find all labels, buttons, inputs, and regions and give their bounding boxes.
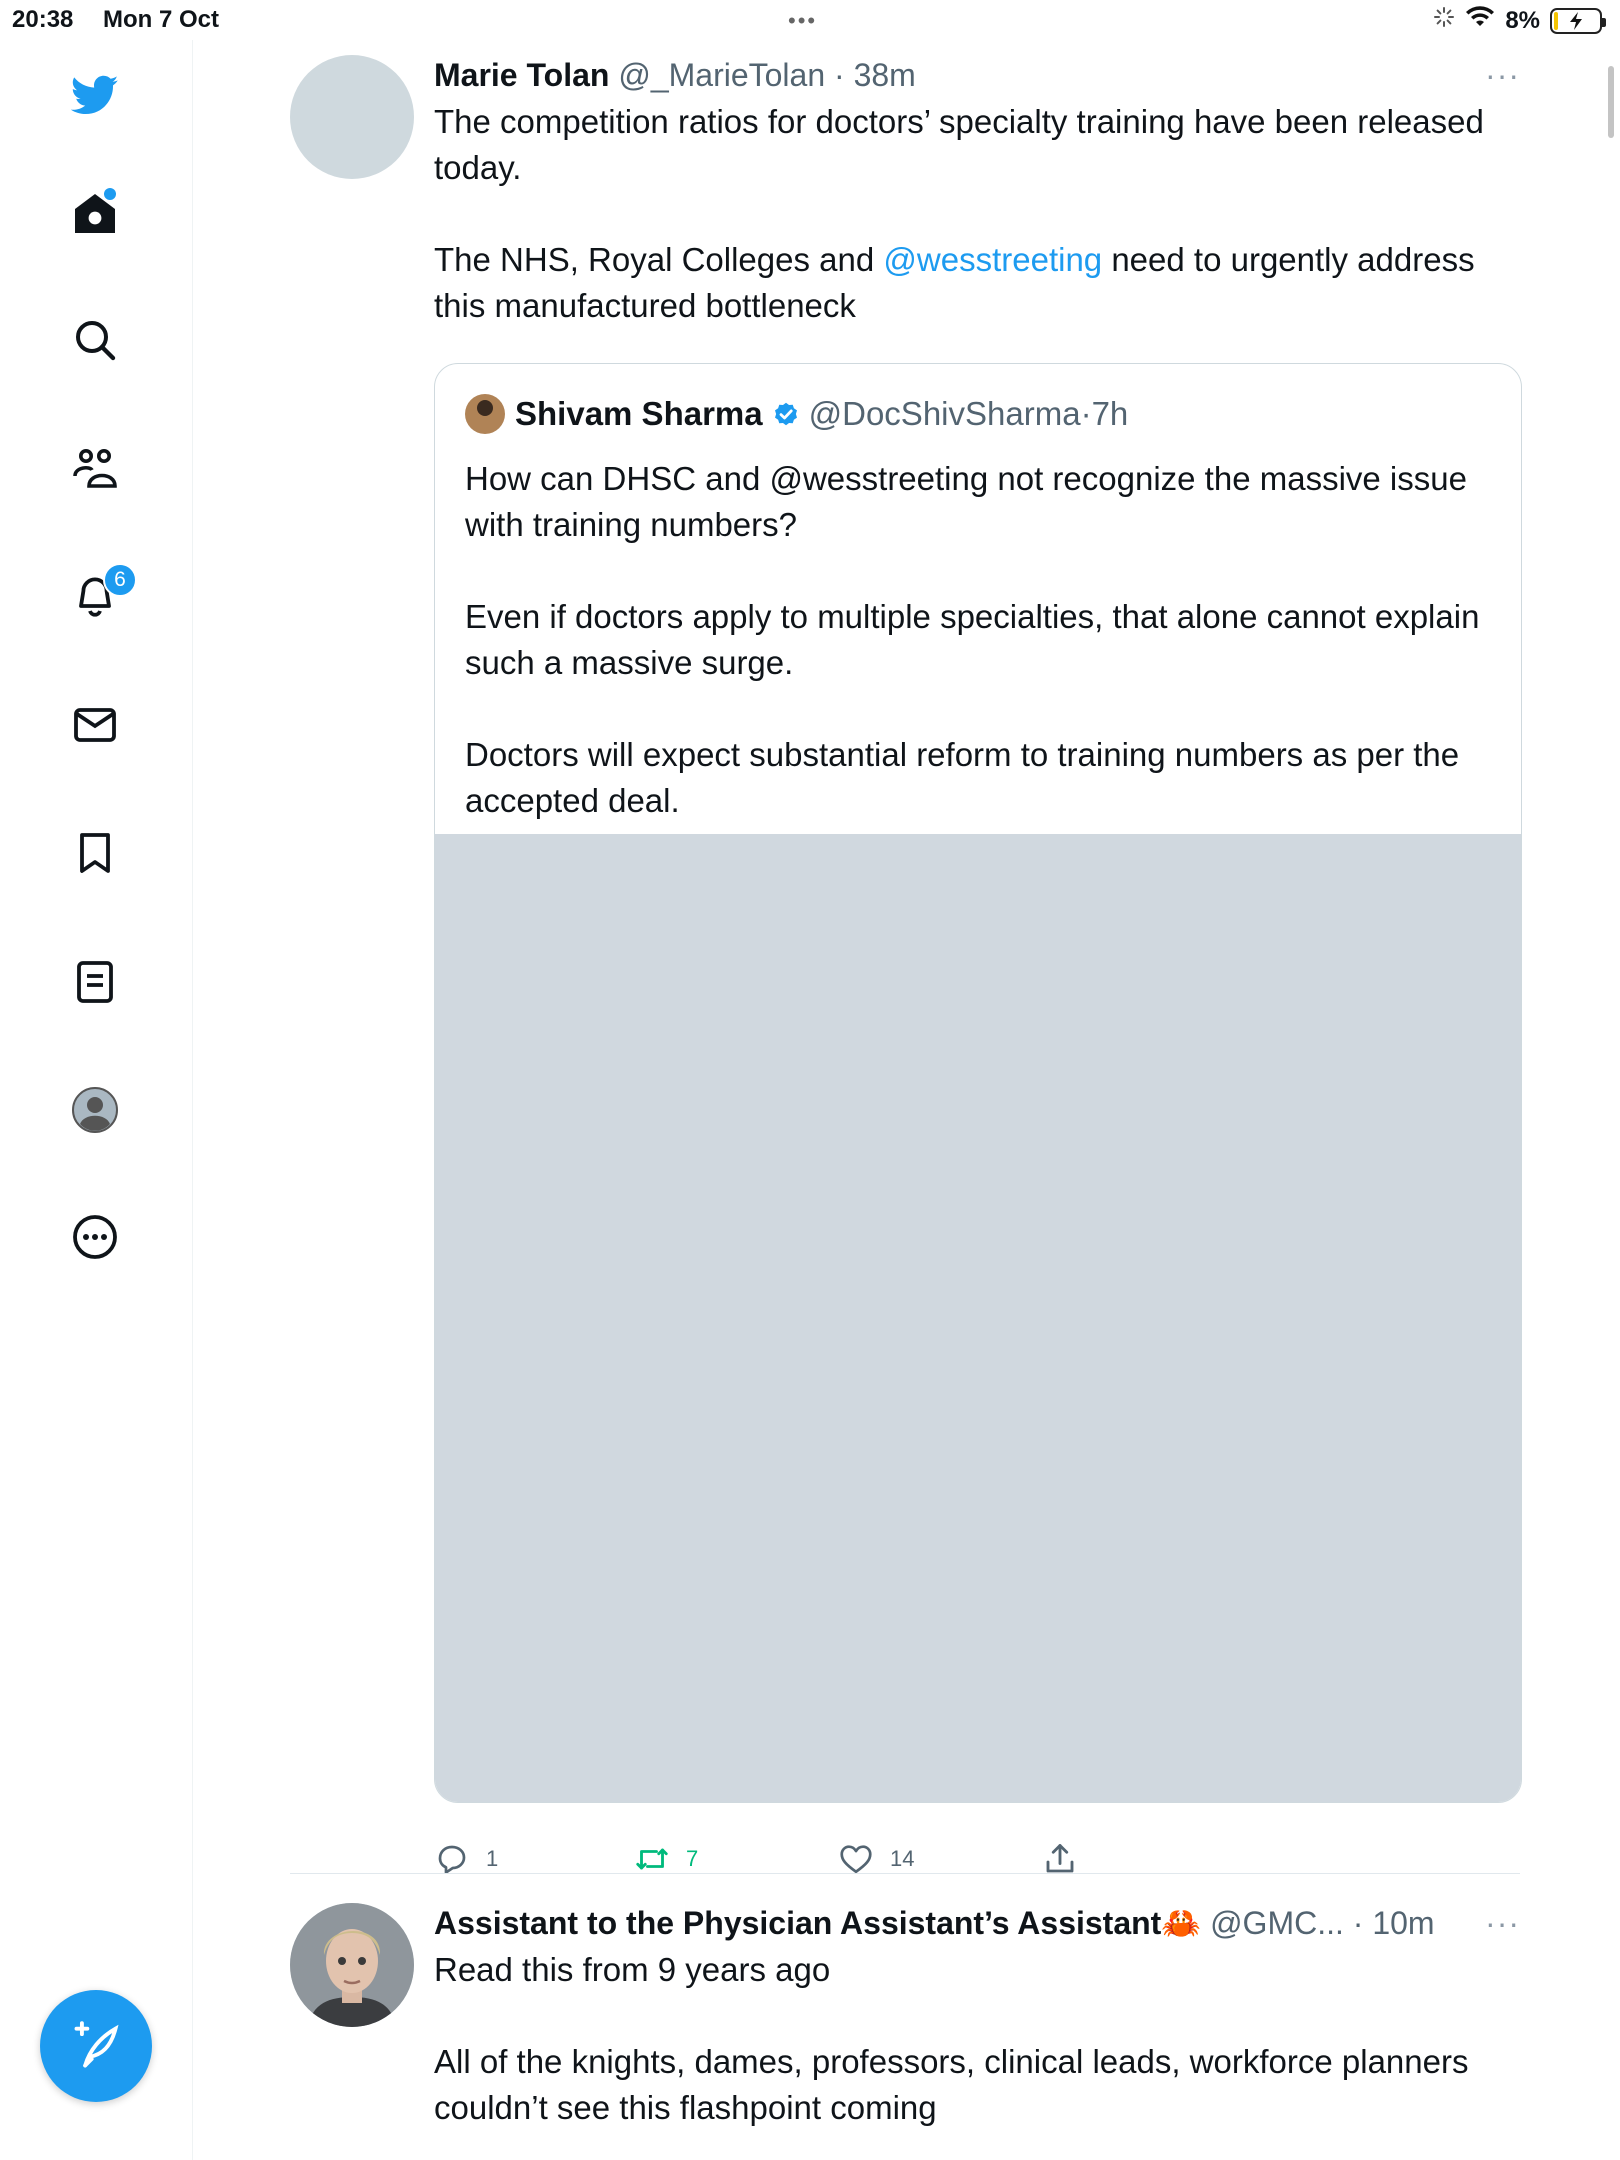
profile-icon[interactable] — [66, 1081, 124, 1139]
compose-feather-icon — [74, 2021, 119, 2068]
lists-icon[interactable] — [66, 953, 124, 1011]
status-time: 20:38 — [12, 6, 74, 33]
share-icon — [1046, 1844, 1074, 1873]
quoted-author-name: Shivam Sharma — [515, 395, 763, 432]
communities-icon[interactable] — [66, 439, 124, 497]
avatar[interactable] — [290, 55, 414, 179]
share-button[interactable] — [1042, 1841, 1078, 1877]
tweet-divider — [290, 1873, 1520, 1874]
tweet-header: Assistant to the Physician Assistant’s A… — [434, 1903, 1520, 1943]
timestamp[interactable]: 10m — [1372, 1905, 1434, 1941]
tweet-text-p1: The competition ratios for doctors’ spec… — [434, 103, 1494, 186]
tweet-text-p2-pre: The NHS, Royal Colleges and — [434, 241, 884, 278]
search-icon[interactable] — [66, 311, 124, 369]
bookmarks-icon[interactable] — [66, 824, 124, 882]
more-options-icon[interactable]: ··· — [1485, 55, 1520, 95]
battery-level — [1554, 11, 1558, 30]
twitter-logo-icon[interactable] — [66, 66, 124, 124]
quoted-tweet-header: Shivam Sharma @DocShivSharma · 7h — [465, 392, 1128, 436]
author-name[interactable]: Assistant to the Physician Assistant’s A… — [434, 1905, 1201, 1941]
scrollbar[interactable] — [1608, 66, 1614, 138]
quoted-tweet-text: How can DHSC and @wesstreeting not recog… — [465, 460, 1480, 819]
retweet-icon — [636, 1848, 668, 1870]
like-count: 14 — [890, 1846, 915, 1871]
quoted-tweet[interactable]: Shivam Sharma @DocShivSharma · 7h How ca… — [434, 363, 1522, 1803]
tweet-text: The competition ratios for doctors’ spec… — [434, 99, 1520, 329]
status-date: Mon 7 Oct — [103, 6, 220, 33]
reply-icon — [438, 1845, 466, 1874]
tweet[interactable]: Assistant to the Physician Assistant’s A… — [290, 1903, 1520, 2160]
notifications-icon[interactable]: 6 — [66, 563, 137, 625]
heart-icon — [840, 1845, 872, 1874]
compose-button[interactable] — [40, 1990, 152, 2102]
tweet-text: Read this from 9 years ago All of the kn… — [434, 1951, 1469, 2126]
more-icon[interactable] — [66, 1208, 124, 1266]
tweet-body: Marie Tolan @_MarieTolan · 38m ··· The c… — [434, 55, 1520, 329]
quoted-author-handle: @DocShivSharma — [808, 395, 1081, 432]
reply-button[interactable]: 1 — [434, 1841, 498, 1877]
avatar-photo — [290, 1903, 414, 2027]
battery-icon — [1550, 7, 1606, 34]
retweet-count: 7 — [686, 1846, 699, 1871]
activity-spinner-icon — [1433, 6, 1455, 35]
like-button[interactable]: 14 — [838, 1841, 914, 1877]
separator: · — [1352, 1905, 1364, 1941]
home-icon[interactable] — [66, 184, 124, 242]
wifi-icon — [1465, 6, 1495, 35]
battery-percent: 8% — [1505, 6, 1540, 34]
sidebar-nav: 6 — [0, 40, 193, 2160]
verified-badge-icon — [771, 399, 801, 429]
multitasking-dots-icon[interactable]: ••• — [788, 8, 817, 34]
quoted-avatar — [465, 394, 505, 434]
timestamp[interactable]: 38m — [854, 57, 916, 93]
reply-count: 1 — [486, 1846, 499, 1871]
author-name[interactable]: Marie Tolan — [434, 57, 609, 93]
retweet-button[interactable]: 7 — [634, 1841, 698, 1877]
separator: · — [1080, 395, 1092, 432]
tweet-actions: 1 7 14 — [434, 1841, 1134, 1881]
tweet-body: Assistant to the Physician Assistant’s A… — [434, 1903, 1520, 2131]
quoted-media-placeholder[interactable] — [435, 834, 1521, 1802]
status-bar: 20:38 Mon 7 Oct ••• 8% — [0, 0, 1620, 40]
notifications-badge: 6 — [103, 563, 137, 597]
quoted-timestamp: 7h — [1091, 395, 1129, 432]
author-handle[interactable]: @_MarieTolan — [618, 57, 825, 93]
tweet[interactable]: Marie Tolan @_MarieTolan · 38m ··· The c… — [290, 55, 1522, 1874]
tweet-header: Marie Tolan @_MarieTolan · 38m ··· — [434, 55, 1520, 95]
home-new-indicator — [104, 188, 116, 200]
author-handle[interactable]: @GMC... — [1210, 1905, 1344, 1941]
mention-link[interactable]: @wesstreeting — [883, 241, 1102, 278]
messages-icon[interactable] — [66, 696, 124, 754]
status-indicators: 8% — [1433, 6, 1606, 35]
separator: · — [834, 57, 845, 93]
more-options-icon[interactable]: ··· — [1485, 1903, 1520, 1943]
avatar[interactable] — [290, 1903, 414, 2027]
